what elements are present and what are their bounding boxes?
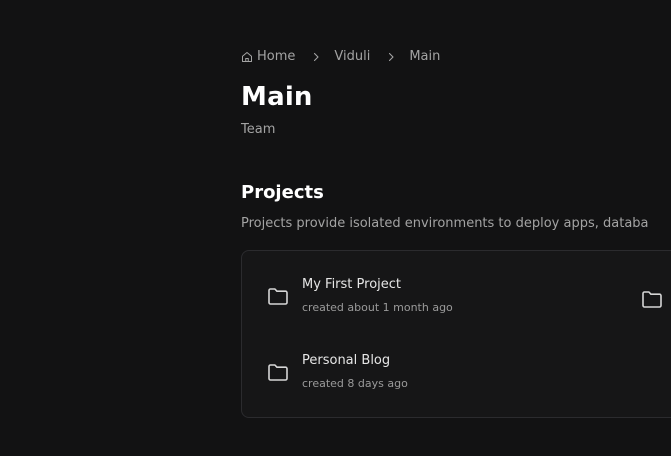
page-subtitle: Team [241, 122, 276, 137]
page-title: Main [241, 82, 313, 112]
folder-icon [268, 363, 288, 381]
projects-heading: Projects [241, 182, 324, 203]
project-item-my-first-project[interactable]: My First Project created about 1 month a… [266, 277, 453, 314]
project-name: My First Project [302, 277, 402, 292]
chevron-right-icon [389, 52, 394, 61]
breadcrumb-viduli[interactable]: Viduli [334, 49, 370, 64]
breadcrumb-home[interactable]: Home [241, 49, 295, 64]
breadcrumb: Home Viduli Main [241, 49, 440, 64]
folder-icon [268, 287, 288, 305]
folder-icon[interactable] [640, 287, 664, 311]
project-created: created 8 days ago [302, 377, 408, 390]
home-icon [242, 51, 252, 62]
projects-card: My First Project created about 1 month a… [241, 250, 671, 418]
projects-description: Projects provide isolated environments t… [241, 216, 649, 231]
project-item-personal-blog[interactable]: Personal Blog created 8 days ago [266, 353, 408, 390]
chevron-right-icon [314, 52, 319, 61]
breadcrumb-home-label: Home [257, 49, 296, 64]
breadcrumb-main[interactable]: Main [409, 49, 440, 64]
project-created: created about 1 month ago [302, 301, 453, 314]
page: Home Viduli Main Main Team Projects Proj… [0, 0, 671, 456]
project-name: Personal Blog [302, 353, 391, 368]
